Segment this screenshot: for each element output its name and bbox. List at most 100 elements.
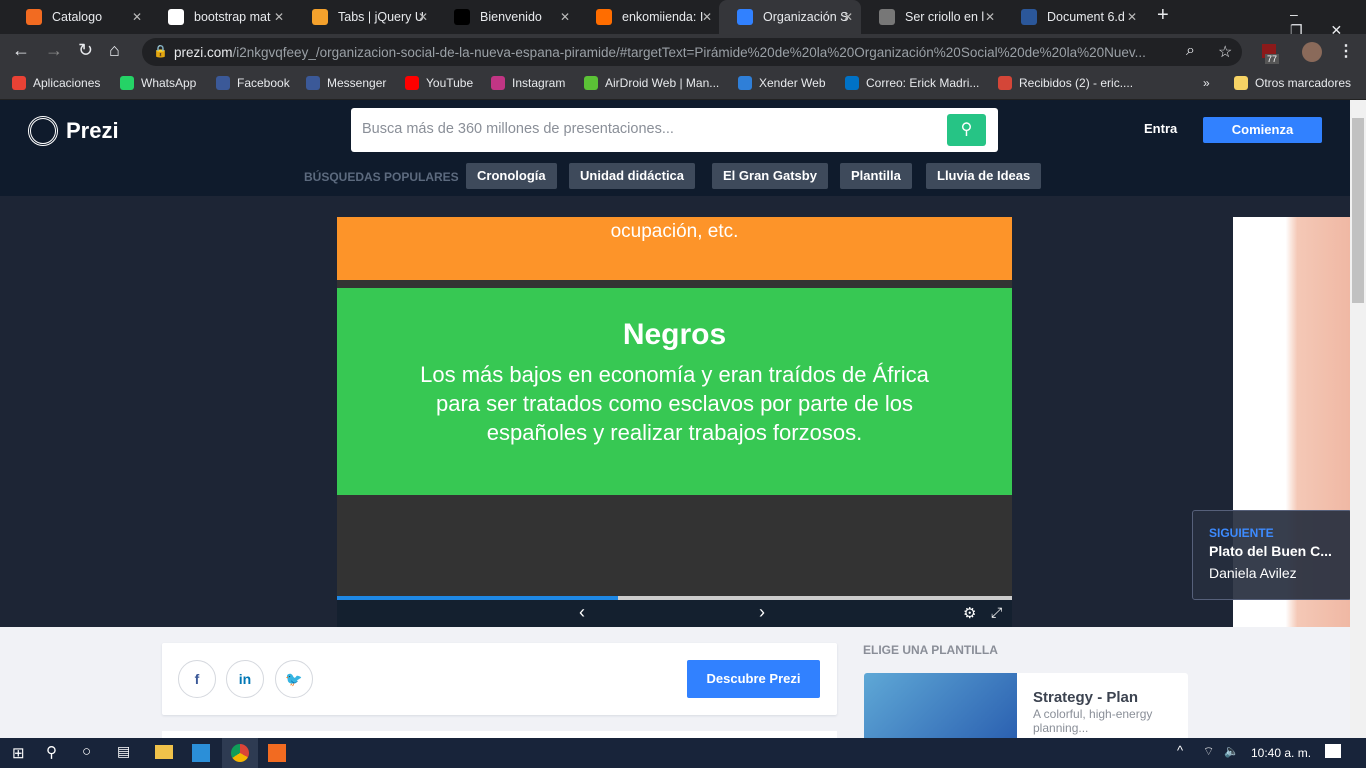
tab-favicon-icon [879, 9, 895, 25]
star-icon[interactable]: ☆ [1218, 42, 1232, 62]
bookmark-label: Correo: Erick Madri... [866, 76, 980, 90]
scrollbar-thumb[interactable] [1352, 118, 1364, 303]
close-tab-icon[interactable]: ✕ [132, 10, 142, 24]
tab-title: enkomiienda: I [622, 10, 704, 24]
bookmark-item[interactable]: Xender Web [738, 76, 826, 90]
logo-text: Prezi [66, 118, 119, 143]
linkedin-share-icon[interactable]: in [226, 660, 264, 698]
tab-favicon-icon [1021, 9, 1037, 25]
tab-favicon-icon [596, 9, 612, 25]
bookmark-item[interactable]: Instagram [491, 76, 565, 90]
reload-icon[interactable]: ↻ [78, 40, 93, 61]
file-explorer-icon[interactable] [155, 745, 173, 759]
bookmark-label: Recibidos (2) - eric.... [1019, 76, 1134, 90]
tab-title: Tabs | jQuery U [338, 10, 423, 24]
next-label: SIGUIENTE [1209, 526, 1274, 540]
notifications-icon[interactable] [1325, 744, 1341, 758]
menu-icon[interactable]: ⋮ [1338, 41, 1354, 61]
login-link[interactable]: Entra [1144, 121, 1177, 136]
popular-search[interactable]: Lluvia de Ideas [926, 163, 1042, 189]
bookmark-item[interactable]: Recibidos (2) - eric.... [998, 76, 1133, 90]
browser-tab[interactable]: Organización S ✕ [719, 0, 861, 34]
close-tab-icon[interactable]: ✕ [418, 10, 428, 24]
popular-search[interactable]: Cronología [466, 163, 557, 189]
browser-tab[interactable]: bootstrap mat ✕ [150, 0, 292, 34]
bookmark-label: AirDroid Web | Man... [605, 76, 720, 90]
task-view-icon[interactable]: ▤ [117, 743, 130, 760]
tab-title: Catalogo [52, 10, 103, 24]
bookmark-label: Xender Web [759, 76, 826, 90]
xampp-icon[interactable] [268, 744, 286, 762]
bookmark-item[interactable]: Aplicaciones [12, 76, 100, 90]
twitter-share-icon[interactable]: 🐦 [275, 660, 313, 698]
search-button[interactable]: ⚲ [947, 114, 986, 146]
facebook-share-icon[interactable]: f [178, 660, 216, 698]
back-icon[interactable]: ← [12, 40, 30, 61]
close-tab-icon[interactable]: ✕ [843, 10, 853, 24]
cortana-icon[interactable]: ○ [82, 743, 91, 760]
close-tab-icon[interactable]: ✕ [702, 10, 712, 24]
prezi-logo[interactable]: Prezi [28, 116, 119, 146]
other-bookmarks-label: Otros marcadores [1255, 76, 1352, 90]
close-tab-icon[interactable]: ✕ [1127, 10, 1137, 24]
template-desc: A colorful, high-energy planning... [1033, 707, 1153, 735]
close-tab-icon[interactable]: ✕ [560, 10, 570, 24]
browser-tab[interactable]: enkomiienda: I ✕ [578, 0, 720, 34]
chevron-up-icon[interactable]: ^ [1177, 743, 1183, 758]
tab-favicon-icon [168, 9, 184, 25]
slide-orange-block: ocupación, etc. [337, 217, 1012, 280]
discover-prezi-button[interactable]: Descubre Prezi [687, 660, 820, 698]
bookmark-icon [491, 76, 505, 90]
popular-search[interactable]: Plantilla [840, 163, 912, 189]
bookmark-item[interactable]: Messenger [306, 76, 386, 90]
search-icon[interactable]: ⚲ [46, 743, 57, 761]
wifi-icon[interactable]: ⌔ [1203, 744, 1214, 759]
home-icon[interactable]: ⌂ [109, 40, 120, 61]
windows-start-icon[interactable]: ⊞ [12, 744, 25, 762]
new-tab-button[interactable]: + [1157, 4, 1169, 27]
close-tab-icon[interactable]: ✕ [985, 10, 995, 24]
tab-title: Document 6.d [1047, 10, 1125, 24]
browser-tab[interactable]: Tabs | jQuery U ✕ [294, 0, 436, 34]
settings-icon[interactable]: ⚙ [963, 604, 976, 622]
bookmark-icon [584, 76, 598, 90]
next-author: Daniela Avilez [1209, 565, 1297, 581]
other-bookmarks[interactable]: Otros marcadores [1234, 76, 1351, 90]
bookmark-item[interactable]: YouTube [405, 76, 473, 90]
address-bar[interactable]: 🔒 prezi.com/i2nkgvqfeey_/organizacion-so… [142, 38, 1242, 66]
signup-button[interactable]: Comienza [1203, 117, 1322, 143]
bookmark-item[interactable]: WhatsApp [120, 76, 196, 90]
zoom-icon[interactable]: ⌕ [1186, 42, 1195, 60]
browser-tab[interactable]: Bienvenido ✕ [436, 0, 578, 34]
forward-icon[interactable]: → [45, 40, 63, 61]
close-tab-icon[interactable]: ✕ [274, 10, 284, 24]
bookmark-icon [12, 76, 26, 90]
popular-search[interactable]: El Gran Gatsby [712, 163, 828, 189]
browser-tab[interactable]: Catalogo ✕ [8, 0, 150, 34]
bookmark-label: Aplicaciones [33, 76, 101, 90]
template-card[interactable]: Strategy - Plan A colorful, high-energy … [864, 673, 1188, 743]
bookmark-item[interactable]: Correo: Erick Madri... [845, 76, 979, 90]
avatar[interactable] [1302, 42, 1322, 62]
slide-body: Los más bajos en economía y eran traídos… [420, 362, 929, 445]
tab-favicon-icon [312, 9, 328, 25]
popular-search[interactable]: Unidad didáctica [569, 163, 696, 189]
bookmark-item[interactable]: AirDroid Web | Man... [584, 76, 719, 90]
bookmark-label: Facebook [237, 76, 290, 90]
clock[interactable]: 10:40 a. m. [1251, 746, 1311, 760]
browser-tab[interactable]: Ser criollo en l ✕ [861, 0, 1003, 34]
vscode-icon[interactable] [192, 744, 210, 762]
fullscreen-icon[interactable]: ⤢ [991, 604, 1002, 621]
next-presentation-card[interactable]: SIGUIENTE Plato del Buen C... Daniela Av… [1192, 510, 1352, 600]
bookmark-label: YouTube [426, 76, 474, 90]
chrome-taskbar-item[interactable] [222, 738, 258, 768]
browser-tab[interactable]: Document 6.d ✕ [1003, 0, 1145, 34]
bookmark-item[interactable]: Facebook [216, 76, 290, 90]
more-bookmarks[interactable]: » [1203, 76, 1210, 90]
bookmark-icon [998, 76, 1012, 90]
next-icon[interactable]: › [759, 602, 765, 623]
popular-searches-label: BÚSQUEDAS POPULARES [304, 170, 459, 184]
volume-icon[interactable]: 🔈 [1224, 744, 1239, 758]
search-input[interactable]: Busca más de 360 millones de presentacio… [351, 108, 998, 152]
prev-icon[interactable]: ‹ [579, 602, 585, 623]
